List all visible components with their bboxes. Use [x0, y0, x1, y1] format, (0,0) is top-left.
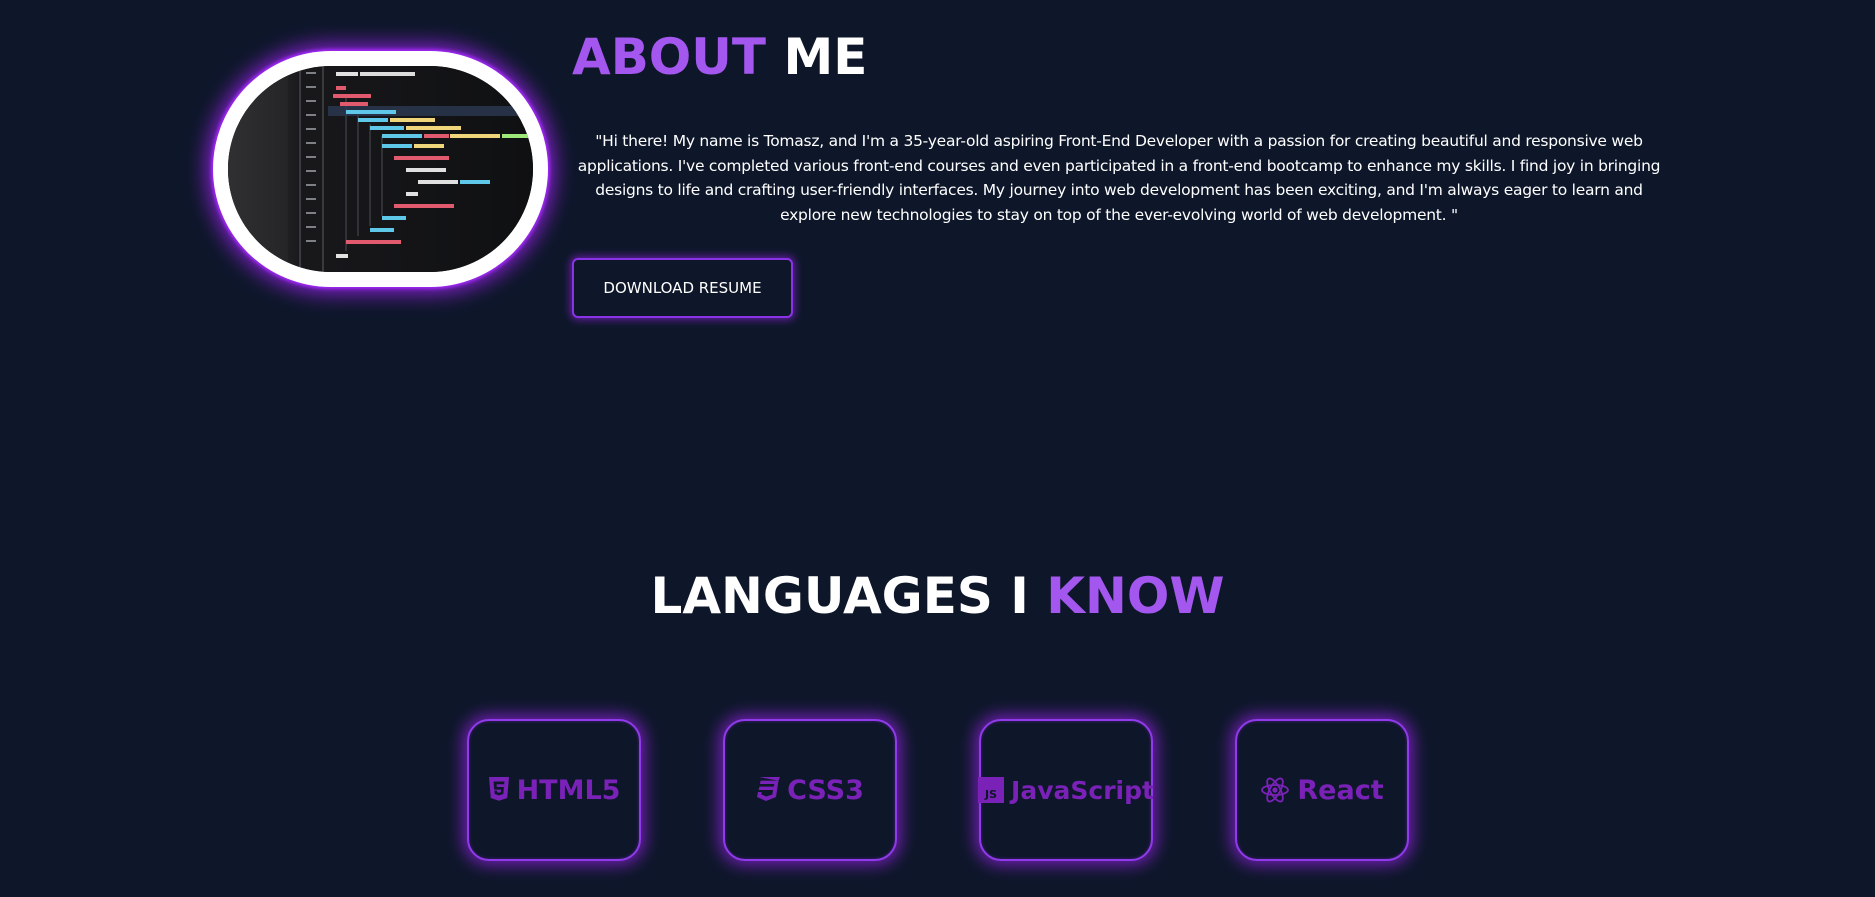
page: ABOUT ME "Hi there! My name is Tomasz, a… [0, 0, 1875, 897]
language-card-label: CSS3 [787, 774, 864, 806]
language-card-label: HTML5 [516, 774, 621, 806]
language-card-html5[interactable]: HTML5 [467, 719, 641, 861]
about-heading-accent: ABOUT [572, 28, 767, 86]
react-icon [1260, 776, 1290, 804]
about-photo-frame [213, 51, 548, 287]
languages-heading: LANGUAGES I KNOW [0, 567, 1875, 625]
html5-icon [488, 777, 510, 803]
javascript-icon: JS [978, 777, 1005, 803]
css3-icon [756, 777, 781, 803]
code-screenshot-image [228, 66, 533, 272]
language-card-react[interactable]: React [1235, 719, 1409, 861]
language-card-label: JavaScript [1011, 775, 1154, 805]
about-heading: ABOUT ME [572, 28, 867, 86]
download-resume-button[interactable]: DOWNLOAD RESUME [572, 258, 793, 318]
svg-text:JS: JS [984, 788, 997, 801]
about-heading-rest: ME [766, 28, 868, 86]
languages-heading-rest: LANGUAGES I [650, 567, 1047, 625]
language-card-css3[interactable]: CSS3 [723, 719, 897, 861]
languages-heading-accent: KNOW [1046, 567, 1225, 625]
language-card-label: React [1297, 774, 1384, 806]
about-description: "Hi there! My name is Tomasz, and I'm a … [577, 132, 1661, 224]
language-card-javascript[interactable]: JS JavaScript [978, 719, 1154, 861]
